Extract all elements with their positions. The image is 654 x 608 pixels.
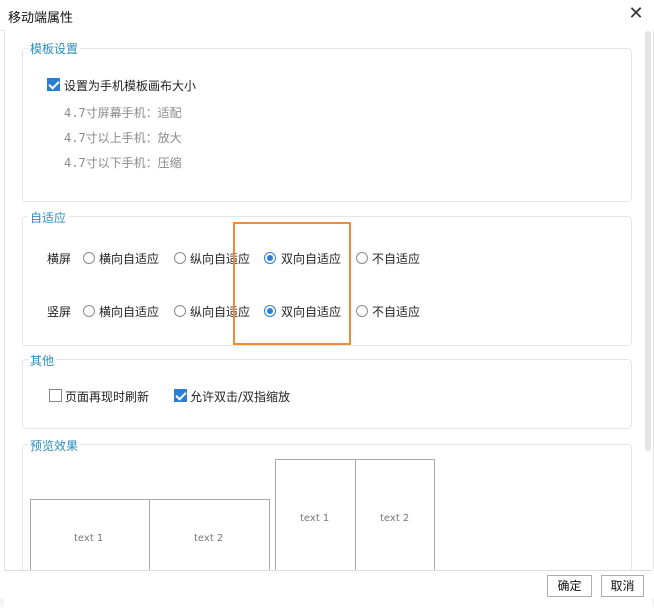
cancel-button[interactable]: 取消	[601, 575, 644, 597]
portrait-none-radio[interactable]	[356, 305, 368, 317]
title-bar: 移动端属性 ✕	[0, 0, 654, 31]
landscape-vertical-radio[interactable]	[174, 252, 186, 264]
portrait-none-label[interactable]: 不自适应	[372, 303, 420, 320]
portrait-horizontal-label[interactable]: 横向自适应	[99, 303, 159, 320]
landscape-none-radio[interactable]	[356, 252, 368, 264]
portrait-label: 竖屏	[47, 305, 72, 319]
zoom-label: 允许双击/双指缩放	[190, 390, 291, 404]
zoom-checkbox[interactable]	[174, 389, 187, 402]
portrait-vertical-radio[interactable]	[174, 305, 186, 317]
close-icon[interactable]: ✕	[624, 2, 648, 26]
set-as-canvas-label: 设置为手机模板画布大小	[64, 79, 197, 93]
preview-portrait-text-2: text 2	[380, 513, 410, 524]
hint-fit: 4.7寸屏幕手机：适配	[64, 106, 182, 120]
landscape-label: 横屏	[47, 252, 72, 266]
preview-portrait-text-1: text 1	[300, 513, 330, 524]
refresh-checkbox[interactable]	[49, 389, 62, 402]
vertical-scrollbar[interactable]	[645, 31, 651, 451]
preview-title: 预览效果	[28, 437, 81, 454]
set-as-canvas-checkbox[interactable]	[47, 78, 60, 91]
refresh-label: 页面再现时刷新	[65, 390, 150, 404]
hint-compress: 4.7寸以下手机：压缩	[64, 156, 182, 170]
preview-landscape-text-2: text 2	[194, 533, 224, 544]
portrait-horizontal-radio[interactable]	[83, 305, 95, 317]
landscape-horizontal-radio[interactable]	[83, 252, 95, 264]
landscape-horizontal-label[interactable]: 横向自适应	[99, 250, 159, 267]
preview-landscape-text-1: text 1	[74, 533, 104, 544]
adaptive-title: 自适应	[28, 209, 69, 226]
other-title: 其他	[28, 352, 57, 369]
ok-button[interactable]: 确定	[547, 575, 592, 597]
hint-enlarge: 4.7寸以上手机：放大	[64, 131, 182, 145]
landscape-none-label[interactable]: 不自适应	[372, 250, 420, 267]
template-settings-box	[22, 48, 632, 202]
template-settings-title: 模板设置	[28, 40, 81, 57]
highlight-box	[233, 222, 351, 345]
dialog-title: 移动端属性	[8, 11, 74, 26]
